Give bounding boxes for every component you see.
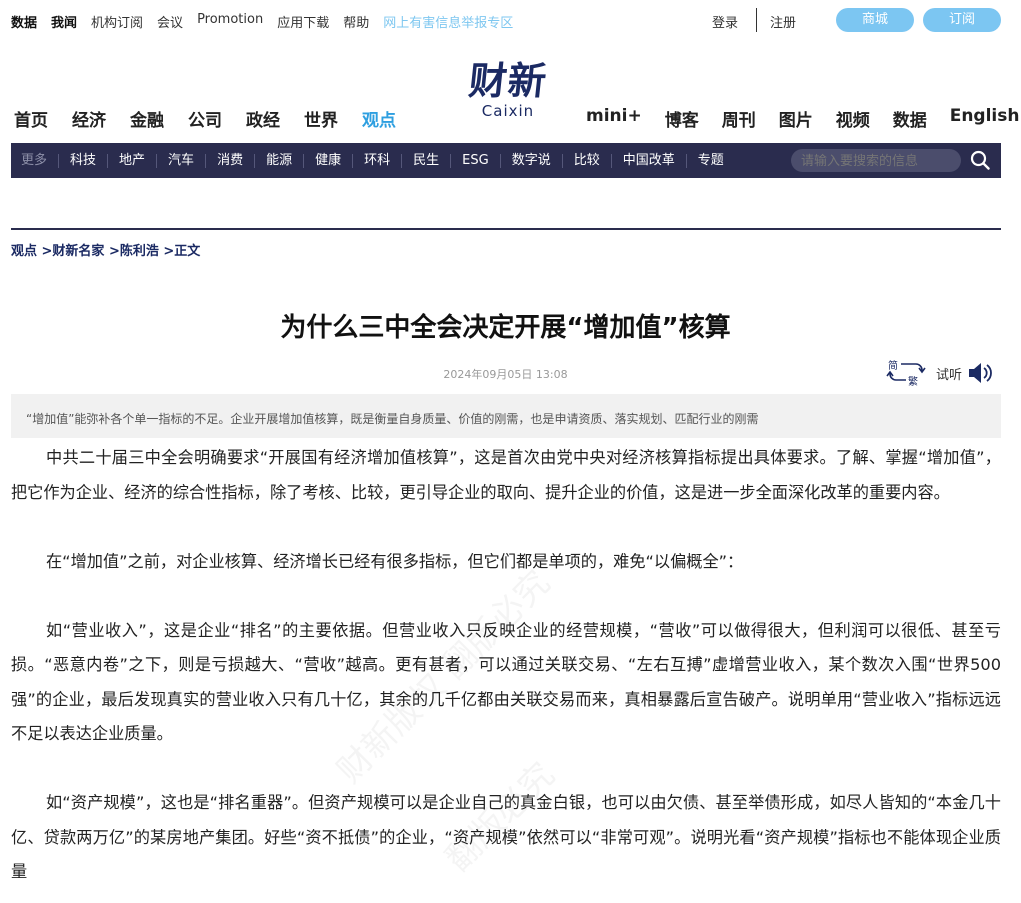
nav-photos[interactable]: 图片	[779, 106, 813, 131]
top-link-promotion[interactable]: Promotion	[197, 12, 263, 31]
article-paragraph: 如“资产规模”，这也是“排名重器”。但资产规模可以是企业自己的真金白银，也可以由…	[11, 793, 1001, 881]
channel-energy[interactable]: 能源	[254, 153, 303, 168]
channel-environment[interactable]: 环科	[352, 153, 401, 168]
nav-politics[interactable]: 政经	[246, 106, 280, 131]
top-link-help[interactable]: 帮助	[343, 12, 369, 31]
top-bar: 数据 我闻 机构订阅 会议 Promotion 应用下载 帮助 网上有害信息举报…	[0, 0, 1021, 40]
top-link-conference[interactable]: 会议	[157, 12, 183, 31]
logo-mark: 财新	[466, 58, 550, 103]
subscribe-button[interactable]: 订阅	[923, 8, 1001, 32]
channel-auto[interactable]: 汽车	[156, 153, 205, 168]
search-input[interactable]	[791, 149, 961, 172]
channel-tech[interactable]: 科技	[58, 153, 107, 168]
convert-traditional-glyph: 繁	[908, 375, 918, 388]
convert-simplified-glyph: 简	[888, 359, 898, 372]
nav-opinion[interactable]: 观点	[362, 106, 396, 131]
search-icon[interactable]	[970, 150, 990, 170]
channel-esg[interactable]: ESG	[450, 153, 500, 168]
channel-health[interactable]: 健康	[303, 153, 352, 168]
channel-china-reform[interactable]: 中国改革	[610, 153, 686, 168]
channel-data-talk[interactable]: 数字说	[499, 153, 562, 168]
nav-finance[interactable]: 金融	[130, 106, 164, 131]
nav-mini-plus[interactable]: mini+	[586, 106, 642, 130]
breadcrumb-rule	[11, 228, 1001, 230]
top-link-institution[interactable]: 机构订阅	[91, 12, 143, 31]
nav-blog[interactable]: 博客	[665, 106, 699, 131]
article-paragraph: 中共二十届三中全会明确要求“开展国有经济增加值核算”，这是首次由党中央对经济核算…	[11, 448, 1001, 502]
article-tools: 简 繁 试听	[886, 358, 993, 388]
article-paragraph: 如“营业收入”，这是企业“排名”的主要依据。但营业收入只反映企业的经营规模，“营…	[11, 620, 1001, 744]
breadcrumb[interactable]: 观点 >财新名家 >陈利浩 >正文	[11, 240, 200, 259]
channel-comparison[interactable]: 比较	[561, 153, 611, 168]
channel-nav: 更多 科技 地产 汽车 消费 能源 健康 环科 民生 ESG 数字说 比较 中国…	[11, 143, 1001, 178]
main-nav-right: mini+ 博客 周刊 图片 视频 数据 English	[563, 106, 1020, 131]
register-link[interactable]: 注册	[770, 12, 796, 31]
nav-weekly[interactable]: 周刊	[722, 106, 756, 131]
nav-english[interactable]: English	[950, 106, 1020, 130]
speaker-icon[interactable]	[967, 361, 993, 385]
nav-companies[interactable]: 公司	[188, 106, 222, 131]
report-harmful-info-link[interactable]: 网上有害信息举报专区	[383, 12, 513, 31]
main-nav-left: 首页 经济 金融 公司 政经 世界 观点	[14, 106, 420, 131]
nav-video[interactable]: 视频	[836, 106, 870, 131]
simplified-traditional-convert-icon[interactable]: 简 繁	[886, 358, 926, 388]
top-link-wowen[interactable]: 我闻	[51, 12, 77, 31]
article-date: 2024年09月05日 13:08	[443, 368, 568, 381]
logo-subtitle: Caixin	[481, 102, 535, 120]
account-divider	[756, 8, 757, 32]
article-summary: “增加值”能弥补各个单一指标的不足。企业开展增加值核算，既是衡量自身质量、价值的…	[11, 394, 1001, 438]
channel-special[interactable]: 专题	[685, 153, 735, 168]
caixin-logo[interactable]: 财新 Caixin	[448, 58, 568, 120]
channel-consumer[interactable]: 消费	[205, 153, 254, 168]
nav-world[interactable]: 世界	[304, 106, 338, 131]
channel-more[interactable]: 更多	[11, 153, 58, 168]
channel-property[interactable]: 地产	[107, 153, 156, 168]
login-link[interactable]: 登录	[712, 12, 738, 31]
channel-livelihood[interactable]: 民生	[401, 153, 450, 168]
top-link-app-download[interactable]: 应用下载	[277, 12, 329, 31]
article-body: 中共二十届三中全会明确要求“开展国有经济增加值核算”，这是首次由党中央对经济核算…	[11, 441, 1001, 890]
nav-data[interactable]: 数据	[893, 106, 927, 131]
nav-home[interactable]: 首页	[14, 106, 48, 131]
listen-label[interactable]: 试听	[936, 364, 962, 383]
top-links: 数据 我闻 机构订阅 会议 Promotion 应用下载 帮助 网上有害信息举报…	[11, 12, 527, 31]
top-link-data[interactable]: 数据	[11, 12, 37, 31]
article-title: 为什么三中全会决定开展“增加值”核算	[280, 313, 731, 343]
article-paragraph: 在“增加值”之前，对企业核算、经济增长已经有很多指标，但它们都是单项的，难免“以…	[46, 551, 744, 571]
nav-economy[interactable]: 经济	[72, 106, 106, 131]
mall-button[interactable]: 商城	[836, 8, 914, 32]
